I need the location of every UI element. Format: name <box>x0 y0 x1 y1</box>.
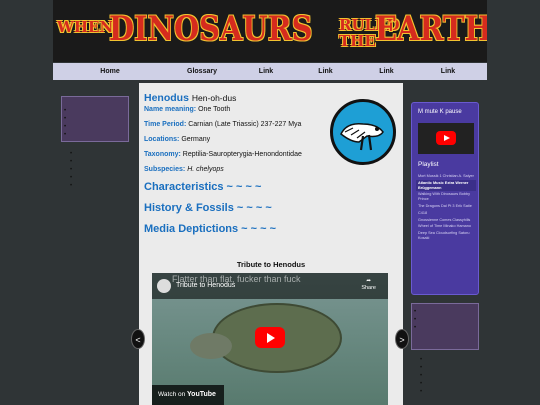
music-player: M mute K pause Playlist Mort Mussik 1 Ch… <box>411 102 479 295</box>
bullet-dots: • • • <box>414 309 417 331</box>
info-taxonomy: Taxonomy: Reptilia-Sauropterygia-Henondo… <box>144 151 302 158</box>
info-value: Germany <box>181 136 211 143</box>
video-title[interactable]: Tribute to Henodus <box>176 282 235 289</box>
share-button[interactable]: ➦ Share <box>361 278 376 292</box>
skeleton-icon <box>340 122 384 151</box>
info-label: Subspecies: <box>144 166 186 173</box>
channel-avatar[interactable] <box>157 279 171 293</box>
site-banner: WHEN DINOSAURS RULED THE EARTH <box>53 0 487 62</box>
section-media-depictions[interactable]: Media Deptictions ~ ~ ~ ~ <box>144 223 276 235</box>
info-name-meaning: Name meaning: One Tooth <box>144 106 230 113</box>
banner-word-dinosaurs: DINOSAURS <box>109 9 313 49</box>
playlist-item[interactable]: The Dragons Dal Pt 3 Erik Satie <box>416 203 476 210</box>
youtube-embed[interactable]: Flatter than flat, fucker than fuck Trib… <box>152 273 388 405</box>
banner-word-when: WHEN <box>57 18 114 36</box>
info-value: Carnian (Late Triassic) 237-227 Mya <box>188 121 302 128</box>
right-side-box: • • • <box>411 303 479 350</box>
info-subspecies: Subspecies: H. chelyops <box>144 166 224 173</box>
next-arrow-button[interactable]: > <box>395 329 409 349</box>
section-characteristics[interactable]: Characteristics ~ ~ ~ ~ <box>144 181 261 193</box>
species-name: Henodus <box>144 92 189 104</box>
playlist: Mort Mussik 1 Christian A. Salyer Atlant… <box>416 173 476 242</box>
share-label: Share <box>361 285 376 291</box>
play-button[interactable] <box>255 327 285 348</box>
info-value: Reptilia-Sauropterygia-Henondontidae <box>182 151 302 158</box>
nav-link-3[interactable]: Link <box>356 63 417 80</box>
nav-link-1[interactable]: Link <box>237 63 295 80</box>
nav-home[interactable]: Home <box>53 63 167 80</box>
banner-word-the: THE <box>339 32 376 50</box>
playlist-item-active[interactable]: Atlantic Music Extra Werner Brüggemann <box>416 179 476 192</box>
video-heading: Tribute to Henodus <box>236 260 306 269</box>
playlist-item[interactable]: Walking With Dinosaurs Bobby Prince <box>416 191 476 203</box>
nav-link-2[interactable]: Link <box>295 63 356 80</box>
info-value: H. chelyops <box>187 166 224 173</box>
nav-link-4[interactable]: Link <box>417 63 479 80</box>
info-time-period: Time Period: Carnian (Late Triassic) 237… <box>144 121 301 128</box>
player-video[interactable] <box>418 123 474 154</box>
player-hint: M mute K pause <box>418 109 462 115</box>
playlist-item[interactable]: C418 <box>416 210 476 217</box>
info-value: One Tooth <box>198 106 231 113</box>
turtle-head-shape <box>190 333 232 359</box>
main-content: Henodus Hen-oh-dus Name meaning: One Toot… <box>139 83 403 405</box>
share-icon: ➦ <box>366 278 371 284</box>
banner-word-earth: EARTH <box>375 9 487 49</box>
info-label: Locations: <box>144 136 180 143</box>
prev-arrow-button[interactable]: < <box>131 329 145 349</box>
playlist-label: Playlist <box>418 161 439 168</box>
watch-on-youtube[interactable]: Watch on YouTube <box>152 385 224 405</box>
youtube-logo: YouTube <box>187 391 216 398</box>
info-label: Time Period: <box>144 121 187 128</box>
info-label: Taxonomy: <box>144 151 181 158</box>
skeleton-logo <box>330 99 396 165</box>
info-label: Name meaning: <box>144 106 197 113</box>
right-bullet-dots: • • • • • <box>420 357 423 395</box>
info-locations: Locations: Germany <box>144 136 210 143</box>
top-nav: Home Glossary Link Link Link Link <box>53 63 487 80</box>
left-side-box: • • • • <box>61 96 129 142</box>
section-history-fossils[interactable]: History & Fossils ~ ~ ~ ~ <box>144 202 272 214</box>
playlist-item[interactable]: Gnossienne Comes Classyhills <box>416 217 476 224</box>
banner-logo: WHEN DINOSAURS RULED THE EARTH <box>53 6 487 56</box>
bullet-dots: • • • • <box>64 108 67 138</box>
playlist-item[interactable]: Deep Sea Cloudsurfing Satoru Kosaki <box>416 230 476 242</box>
playlist-item[interactable]: Wheel of Time Minako Hamano <box>416 223 476 230</box>
left-bullet-dots: • • • • • <box>70 151 73 189</box>
player-play-button[interactable] <box>436 131 456 145</box>
species-heading: Henodus Hen-oh-dus <box>144 88 236 106</box>
playlist-item[interactable]: Mort Mussik 1 Christian A. Salyer <box>416 173 476 180</box>
watch-on-label: Watch on <box>158 391 186 398</box>
species-pronunciation: Hen-oh-dus <box>191 93 237 103</box>
nav-glossary[interactable]: Glossary <box>167 63 237 80</box>
